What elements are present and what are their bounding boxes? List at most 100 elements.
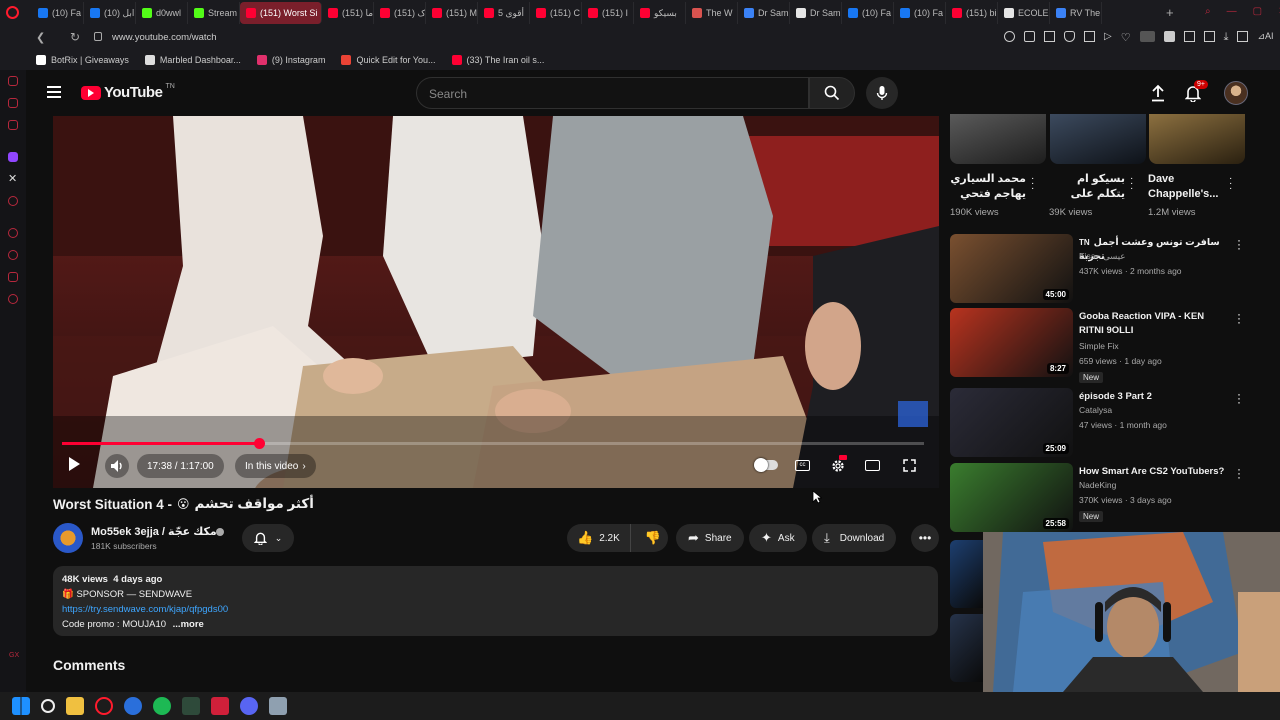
sidebar-settings-icon[interactable] bbox=[8, 294, 18, 304]
browser-tab[interactable]: Stream bbox=[188, 2, 240, 24]
browser-tab[interactable]: (151) bi bbox=[946, 2, 998, 24]
new-tab-button[interactable]: + bbox=[1166, 5, 1174, 20]
opera-menu-icon[interactable] bbox=[6, 6, 19, 19]
video-thumbnail[interactable] bbox=[950, 614, 983, 682]
hamburger-menu-icon[interactable] bbox=[47, 86, 61, 98]
browser-tab[interactable]: (151) M bbox=[426, 2, 478, 24]
upload-icon[interactable] bbox=[1151, 84, 1165, 102]
puzzle-icon[interactable] bbox=[1183, 31, 1195, 42]
recommended-video[interactable]: 25:09 épisode 3 Part 2 Catalysa 47 views · … bbox=[950, 388, 1250, 458]
dislike-button[interactable]: 👎 bbox=[637, 524, 669, 552]
browser-tab[interactable]: (151) ک bbox=[374, 2, 426, 24]
miniplayer-button[interactable] bbox=[865, 460, 880, 471]
autoplay-toggle[interactable] bbox=[754, 458, 778, 472]
video-thumbnail[interactable]: 8:27 bbox=[950, 308, 1073, 377]
browser-tab[interactable]: (10) Fa bbox=[894, 2, 946, 24]
volume-button[interactable] bbox=[105, 454, 129, 478]
browser-tab[interactable]: (10) ابل bbox=[84, 2, 136, 24]
show-more-link[interactable]: ...more bbox=[173, 619, 204, 630]
channel-name[interactable]: NadeKing bbox=[1079, 480, 1116, 490]
browser-tab[interactable]: أقوى 5 bbox=[478, 2, 530, 24]
browser-tab[interactable]: Dr Sam bbox=[738, 2, 790, 24]
settings-button[interactable] bbox=[831, 455, 847, 478]
bookmark-item[interactable]: Quick Edit for You... bbox=[341, 55, 436, 65]
download-button[interactable]: ⤓ Download bbox=[812, 524, 897, 552]
browser-tab[interactable]: Dr Sam bbox=[790, 2, 842, 24]
back-icon[interactable]: ❮ bbox=[36, 31, 45, 44]
short-thumbnail[interactable] bbox=[1050, 114, 1146, 164]
video-menu-icon[interactable]: · · · bbox=[1237, 234, 1241, 254]
camera-icon[interactable] bbox=[1024, 31, 1035, 42]
bookmark-item[interactable]: Marbled Dashboar... bbox=[144, 55, 241, 65]
like-button[interactable]: 👍 2.2K bbox=[567, 524, 631, 552]
sidebar-news-icon[interactable] bbox=[8, 120, 18, 130]
browser-tab[interactable]: RV The bbox=[1050, 2, 1102, 24]
fullscreen-button[interactable] bbox=[903, 459, 916, 477]
maximize-icon[interactable]: ▢ bbox=[1253, 6, 1262, 17]
video-thumbnail[interactable]: 25:58 bbox=[950, 463, 1073, 532]
subscribe-notification-button[interactable]: ⌄ bbox=[242, 524, 294, 552]
ask-button[interactable]: ✦ Ask bbox=[749, 524, 807, 552]
sponsor-link[interactable]: https://try.sendwave.com/kjap/qfpgds00 bbox=[62, 602, 929, 617]
calculator-icon[interactable] bbox=[269, 697, 287, 715]
search-button[interactable] bbox=[809, 77, 855, 109]
short-title[interactable]: محمد السياري يهاجم فتحي ... bbox=[950, 172, 1026, 202]
short-thumbnail[interactable] bbox=[950, 114, 1046, 164]
heart-icon[interactable]: ♡ bbox=[1121, 31, 1131, 44]
ai-icon[interactable]: ⊿AI bbox=[1257, 31, 1273, 44]
voice-search-button[interactable] bbox=[866, 77, 898, 109]
play-button[interactable] bbox=[69, 457, 80, 471]
channel-name[interactable]: Eisa - عيسى bbox=[1079, 251, 1125, 262]
sidebar-clock-icon[interactable] bbox=[8, 250, 18, 260]
download-icon[interactable]: ⤓ bbox=[1224, 31, 1229, 44]
short-menu-icon[interactable]: · · · bbox=[1031, 174, 1034, 194]
video-title[interactable]: épisode 3 Part 2 bbox=[1079, 390, 1227, 404]
captions-button[interactable]: cc bbox=[795, 460, 810, 471]
video-menu-icon[interactable]: · · · bbox=[1237, 463, 1241, 483]
video-thumbnail[interactable] bbox=[950, 540, 983, 608]
channel-name[interactable]: Mo55ek 3ejja / مكك عجّة bbox=[91, 525, 217, 538]
channel-avatar[interactable] bbox=[53, 523, 83, 553]
reload-icon[interactable]: ↻ bbox=[70, 30, 80, 44]
sidebar-more-icon[interactable]: GX bbox=[9, 652, 19, 659]
sidebar-download-icon[interactable] bbox=[8, 272, 18, 282]
recommended-video[interactable]: 45:00 TN سافرت تونس وعشت أجمل تجربة Eisa - … bbox=[950, 234, 1250, 304]
browser-tab[interactable]: (151) ما bbox=[322, 2, 374, 24]
bookmark-item[interactable]: (33) The Iran oil s... bbox=[451, 55, 544, 65]
minimize-icon[interactable]: — bbox=[1227, 6, 1237, 17]
youtube-logo[interactable]: YouTube TN bbox=[81, 83, 175, 101]
more-actions-button[interactable]: ••• bbox=[911, 524, 939, 552]
browser-tab[interactable]: d0wwl bbox=[136, 2, 188, 24]
short-thumbnail[interactable] bbox=[1149, 114, 1245, 164]
bookmark-item[interactable]: BotRix | Giveaways bbox=[36, 55, 129, 65]
window-controls[interactable]: ⌕ — ▢ ✕ bbox=[1205, 6, 1280, 17]
video-menu-icon[interactable]: · · · bbox=[1237, 388, 1241, 408]
video-thumbnail[interactable]: 45:00 bbox=[950, 234, 1073, 303]
wallet-icon[interactable] bbox=[1237, 31, 1249, 42]
short-menu-icon[interactable]: · · · bbox=[1130, 174, 1133, 194]
zoom-icon[interactable] bbox=[1004, 31, 1015, 42]
video-popout-icon[interactable] bbox=[1084, 31, 1095, 42]
browser-tab[interactable]: (10) Fa bbox=[32, 2, 84, 24]
snapshot-icon[interactable] bbox=[1044, 31, 1055, 42]
short-menu-icon[interactable]: · · · bbox=[1229, 174, 1232, 194]
video-title[interactable]: How Smart Are CS2 YouTubers? bbox=[1079, 465, 1227, 479]
short-title[interactable]: بسيكو ام يتكلم على سيطا و يوجه له ... bbox=[1049, 172, 1125, 202]
browser-tab[interactable]: (151) I bbox=[582, 2, 634, 24]
recommended-video[interactable]: 25:58 How Smart Are CS2 YouTubers? NadeKin… bbox=[950, 463, 1250, 533]
progress-bar[interactable] bbox=[62, 438, 924, 449]
app-icon-red[interactable] bbox=[211, 697, 229, 715]
sidebar-messenger-icon[interactable] bbox=[8, 98, 18, 108]
taskbar-search-icon[interactable] bbox=[41, 699, 55, 713]
short-title[interactable]: Dave Chappelle's... bbox=[1148, 172, 1224, 202]
video-menu-icon[interactable]: · · · bbox=[1237, 308, 1241, 328]
recommended-video[interactable]: 8:27 Gooba Reaction VIPA - KEN RITNI 9OLL… bbox=[950, 308, 1250, 383]
app-icon[interactable] bbox=[124, 697, 142, 715]
search-tabs-icon[interactable]: ⌕ bbox=[1205, 6, 1211, 17]
chapters-button[interactable]: In this video › bbox=[235, 454, 316, 478]
video-thumbnail[interactable]: 25:09 bbox=[950, 388, 1073, 457]
bookmark-item[interactable]: (9) Instagram bbox=[256, 55, 325, 65]
discord-icon[interactable] bbox=[240, 697, 258, 715]
sidebar-shop-icon[interactable] bbox=[8, 76, 18, 86]
play-icon[interactable]: ▷ bbox=[1104, 31, 1112, 44]
